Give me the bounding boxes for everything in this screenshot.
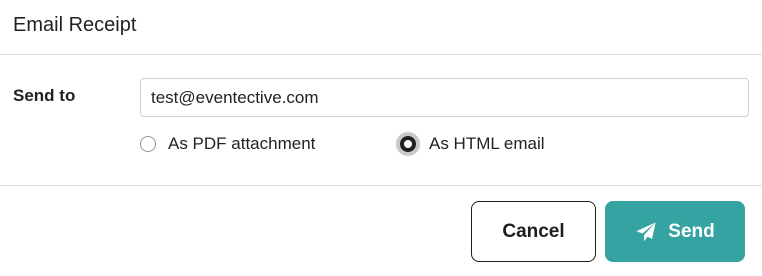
dialog-body: Send to As PDF attachment As HTML email [0,55,762,186]
paper-plane-icon [636,221,656,241]
radio-option-html[interactable]: As HTML email [396,132,545,156]
email-field[interactable] [140,78,749,117]
email-receipt-dialog: Email Receipt Send to As PDF attachment … [0,0,762,276]
cancel-button-label: Cancel [502,220,565,242]
send-button-label: Send [668,220,715,242]
dialog-header: Email Receipt [0,0,762,55]
radio-option-pdf[interactable]: As PDF attachment [140,133,315,155]
radio-button-unchecked[interactable] [140,136,156,152]
radio-label-pdf: As PDF attachment [168,134,316,153]
radio-button-checked[interactable] [396,132,420,156]
send-to-label: Send to [13,86,76,105]
cancel-button[interactable]: Cancel [471,201,596,262]
dialog-title: Email Receipt [13,14,137,36]
radio-label-html: As HTML email [429,134,545,153]
send-button[interactable]: Send [605,201,745,262]
